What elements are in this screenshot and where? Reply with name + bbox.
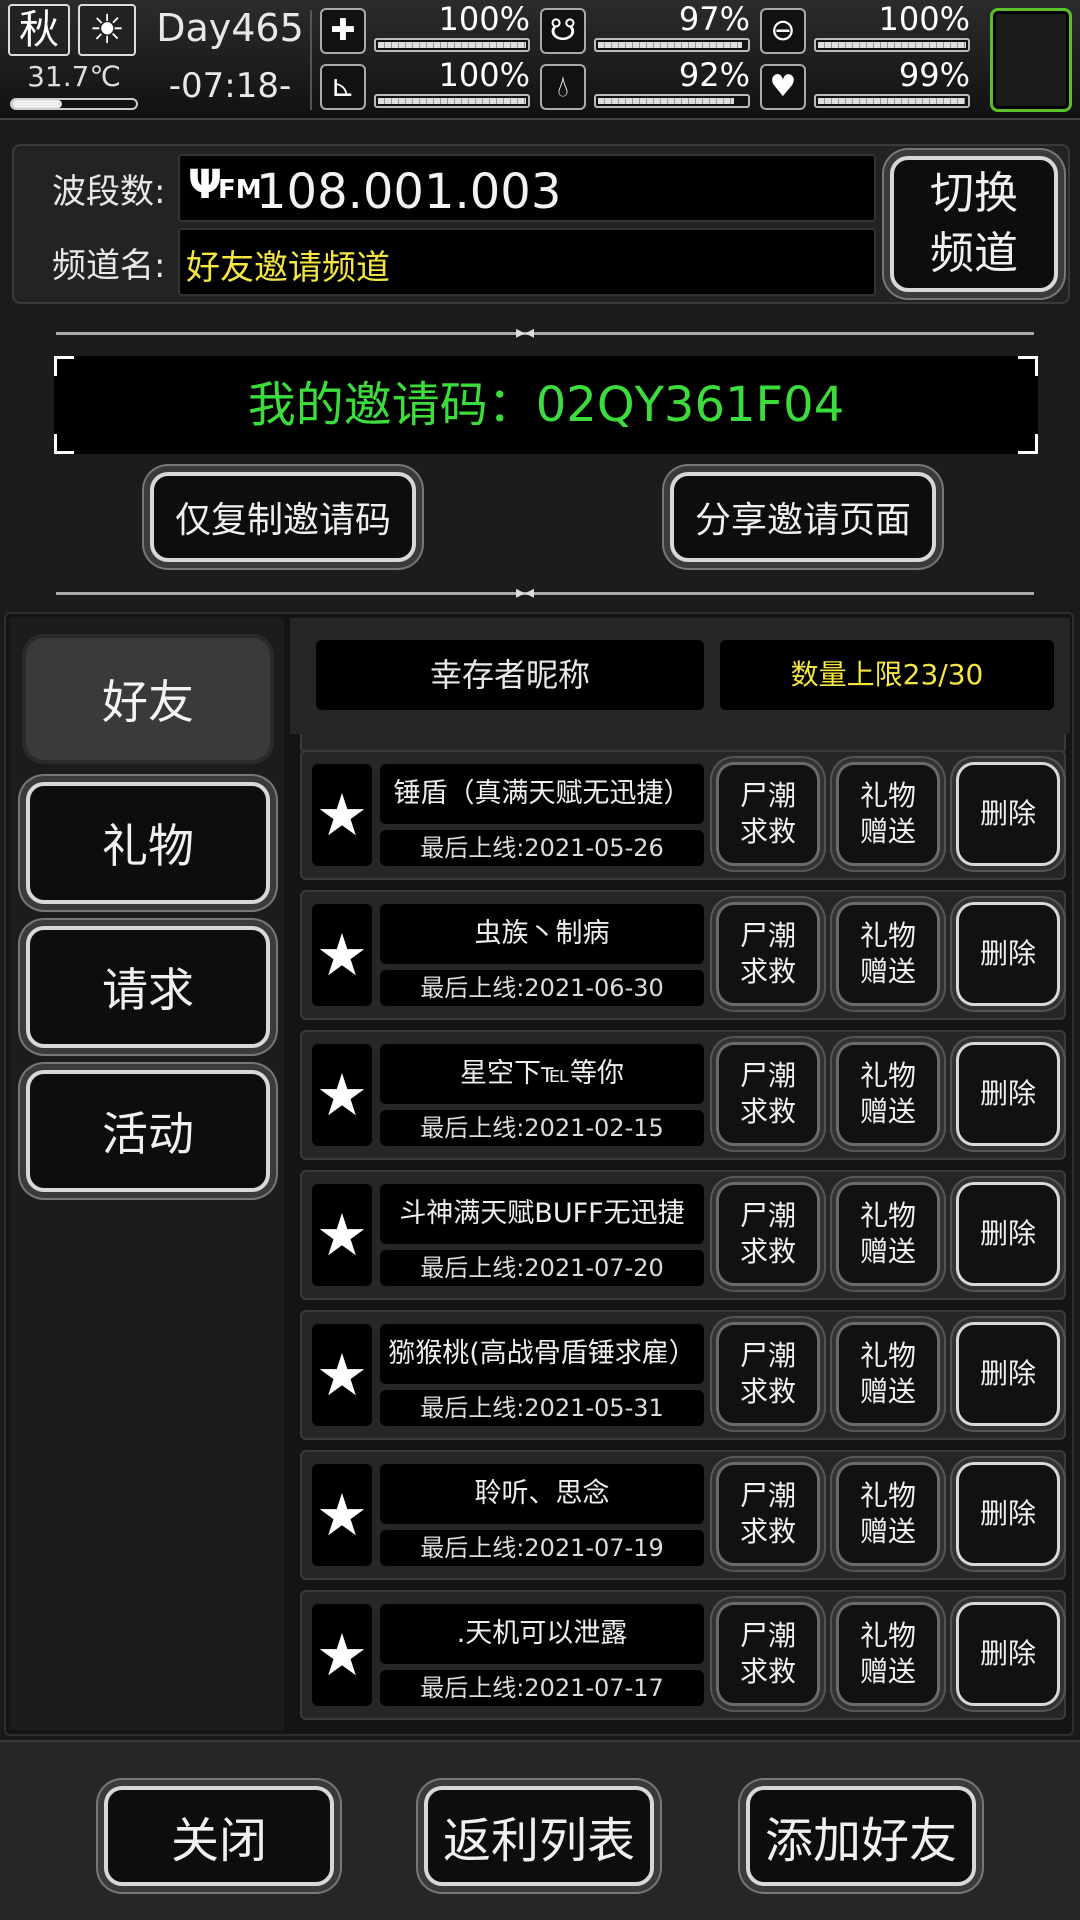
friend-nickname: 星空下℡等你 (380, 1044, 704, 1104)
friend-row: ★ 虫族丶制病最后上线:2021-06-30 尸潮 求救 礼物 赠送 删除 (300, 890, 1066, 1020)
zombie-rescue-button[interactable]: 尸潮 求救 (716, 762, 820, 866)
pill-icon: ⊖ (760, 8, 806, 54)
zombie-rescue-button[interactable]: 尸潮 求救 (716, 1602, 820, 1706)
favorite-star-icon[interactable]: ★ (312, 1324, 372, 1426)
friend-list[interactable]: ★ 锤盾（真满天赋无迅捷） 最后上线:2021-05-26 尸潮 求救 礼物 赠送 删除 ★… (296, 734, 1070, 1730)
stat-hunger: ☋ 97% (540, 0, 750, 56)
stat-thirst: 💧︎ 92% (540, 56, 750, 112)
antenna-icon: ΨFM (188, 162, 262, 208)
send-gift-button[interactable]: 礼物 赠送 (836, 1602, 940, 1706)
favorite-star-icon[interactable]: ★ (312, 1464, 372, 1566)
favorite-star-icon[interactable]: ★ (312, 904, 372, 1006)
send-gift-button[interactable]: 礼物 赠送 (836, 1322, 940, 1426)
channel-field: 好友邀请频道 (178, 228, 876, 296)
stomach-icon: ☋ (540, 8, 586, 54)
friend-row: ★ 猕猴桃(高战骨盾锤求雇） 最后上线:2021-05-31 尸潮 求救 礼物 赠送 删除 (300, 1310, 1066, 1440)
friend-nickname: 虫族丶制病 (380, 904, 704, 964)
band-field: ΨFM 108.001.003 (178, 154, 876, 222)
bottom-bar: 关闭 返利列表 添加好友 (0, 1740, 1080, 1920)
friend-nickname: 斗神满天赋BUFF无迅捷 (380, 1184, 704, 1244)
switch-channel-button[interactable]: 切换 频道 (890, 156, 1058, 292)
copy-code-button[interactable]: 仅复制邀请码 (150, 472, 416, 562)
tab-friends[interactable]: 好友 (26, 638, 270, 760)
close-button[interactable]: 关闭 (104, 1786, 334, 1886)
friend-row: ★ .天机可以泄露最后上线:2021-07-17 尸潮 求救 礼物 赠送 删除 (300, 1590, 1066, 1720)
friend-last-login: 最后上线:2021-07-20 (380, 1250, 704, 1286)
thermometer-bar (10, 98, 138, 110)
season-indicator: 秋 (8, 4, 70, 56)
stat-sanity: ⊖ 100% (760, 0, 970, 56)
friend-last-login: 最后上线:2021-05-31 (380, 1390, 704, 1426)
friend-nickname: 锤盾（真满天赋无迅捷） (380, 764, 704, 824)
friend-row: ★ 聆听、思念最后上线:2021-07-19 尸潮 求救 礼物 赠送 删除 (300, 1450, 1066, 1580)
channel-label: 频道名: (52, 246, 166, 286)
delete-friend-button[interactable]: 删除 (956, 1042, 1060, 1146)
avatar[interactable] (990, 8, 1072, 112)
friend-last-login: 最后上线:2021-05-26 (380, 830, 704, 866)
tab-events[interactable]: 活动 (26, 1070, 270, 1192)
boot-icon: ⊾ (320, 64, 366, 110)
send-gift-button[interactable]: 礼物 赠送 (836, 1042, 940, 1146)
heart-icon: ♥ (760, 64, 806, 110)
zombie-rescue-button[interactable]: 尸潮 求救 (716, 902, 820, 1006)
tab-gifts[interactable]: 礼物 (26, 782, 270, 904)
game-clock: -07:18- (168, 66, 292, 106)
rebate-list-button[interactable]: 返利列表 (424, 1786, 654, 1886)
zombie-rescue-button[interactable]: 尸潮 求救 (716, 1042, 820, 1146)
friend-row: ★ 星空下℡等你最后上线:2021-02-15 尸潮 求救 礼物 赠送 删除 (300, 1030, 1066, 1160)
zombie-rescue-button[interactable]: 尸潮 求救 (716, 1182, 820, 1286)
favorite-star-icon[interactable]: ★ (312, 1184, 372, 1286)
friend-row: ★ 斗神满天赋BUFF无迅捷最后上线:2021-07-20 尸潮 求救 礼物 赠送 删除 (300, 1170, 1066, 1300)
tab-requests[interactable]: 请求 (26, 926, 270, 1048)
send-gift-button[interactable]: 礼物 赠送 (836, 1182, 940, 1286)
delete-friend-button[interactable]: 删除 (956, 762, 1060, 866)
friend-nickname: 聆听、思念 (380, 1464, 704, 1524)
zombie-rescue-button[interactable]: 尸潮 求救 (716, 1322, 820, 1426)
day-counter: Day465 (156, 6, 304, 50)
delete-friend-button[interactable]: 删除 (956, 1182, 1060, 1286)
friend-last-login: 最后上线:2021-02-15 (380, 1110, 704, 1146)
friend-last-login: 最后上线:2021-07-19 (380, 1530, 704, 1566)
friend-section: 好友 礼物 请求 活动 幸存者昵称 数量上限23/30 ★ 锤盾（真满天赋无迅捷）… (4, 612, 1074, 1736)
friend-row: ★ 锤盾（真满天赋无迅捷） 最后上线:2021-05-26 尸潮 求救 礼物 赠送 删除 (300, 750, 1066, 880)
friend-last-login: 最后上线:2021-06-30 (380, 970, 704, 1006)
zombie-rescue-button[interactable]: 尸潮 求救 (716, 1462, 820, 1566)
delete-friend-button[interactable]: 删除 (956, 1602, 1060, 1706)
send-gift-button[interactable]: 礼物 赠送 (836, 1462, 940, 1566)
band-value: 108.001.003 (256, 164, 562, 220)
stat-mood: ♥ 99% (760, 56, 970, 112)
sidebar: 好友 礼物 请求 活动 (10, 618, 284, 1730)
delete-friend-button[interactable]: 删除 (956, 1322, 1060, 1426)
stat-stamina: ⊾ 100% (320, 56, 530, 112)
friend-last-login: 最后上线:2021-07-17 (380, 1670, 704, 1706)
delete-friend-button[interactable]: 删除 (956, 902, 1060, 1006)
status-bar: 秋 ☀ 31.7℃ Day465 -07:18- ✚ 100% ☋ 97% ⊖ … (0, 0, 1080, 120)
share-page-button[interactable]: 分享邀请页面 (670, 472, 936, 562)
friend-limit-counter: 数量上限23/30 (720, 640, 1054, 710)
medkit-icon: ✚ (320, 8, 366, 54)
invite-code-box: 我的邀请码：02QY361F04 (54, 356, 1038, 454)
add-friend-button[interactable]: 添加好友 (746, 1786, 976, 1886)
favorite-star-icon[interactable]: ★ (312, 764, 372, 866)
favorite-star-icon[interactable]: ★ (312, 1044, 372, 1146)
temperature: 31.7℃ (27, 60, 121, 93)
nickname-column-header: 幸存者昵称 (316, 640, 704, 710)
band-label: 波段数: (52, 172, 166, 212)
send-gift-button[interactable]: 礼物 赠送 (836, 762, 940, 866)
friend-list-header: 幸存者昵称 数量上限23/30 (290, 618, 1070, 734)
favorite-star-icon[interactable]: ★ (312, 1604, 372, 1706)
invite-code: 我的邀请码：02QY361F04 (247, 377, 845, 433)
stat-health: ✚ 100% (320, 0, 530, 56)
water-drop-icon: 💧︎ (540, 64, 586, 110)
invite-panel: ▸◂ 我的邀请码：02QY361F04 仅复制邀请码 分享邀请页面 ▸◂ (6, 320, 1074, 603)
channel-value: 好友邀请频道 (186, 248, 390, 288)
friend-nickname: .天机可以泄露 (380, 1604, 704, 1664)
radio-panel: 波段数: ΨFM 108.001.003 频道名: 好友邀请频道 切换 频道 (12, 144, 1070, 304)
sun-icon: ☀ (78, 4, 136, 56)
send-gift-button[interactable]: 礼物 赠送 (836, 902, 940, 1006)
friend-nickname: 猕猴桃(高战骨盾锤求雇） (380, 1324, 704, 1384)
delete-friend-button[interactable]: 删除 (956, 1462, 1060, 1566)
